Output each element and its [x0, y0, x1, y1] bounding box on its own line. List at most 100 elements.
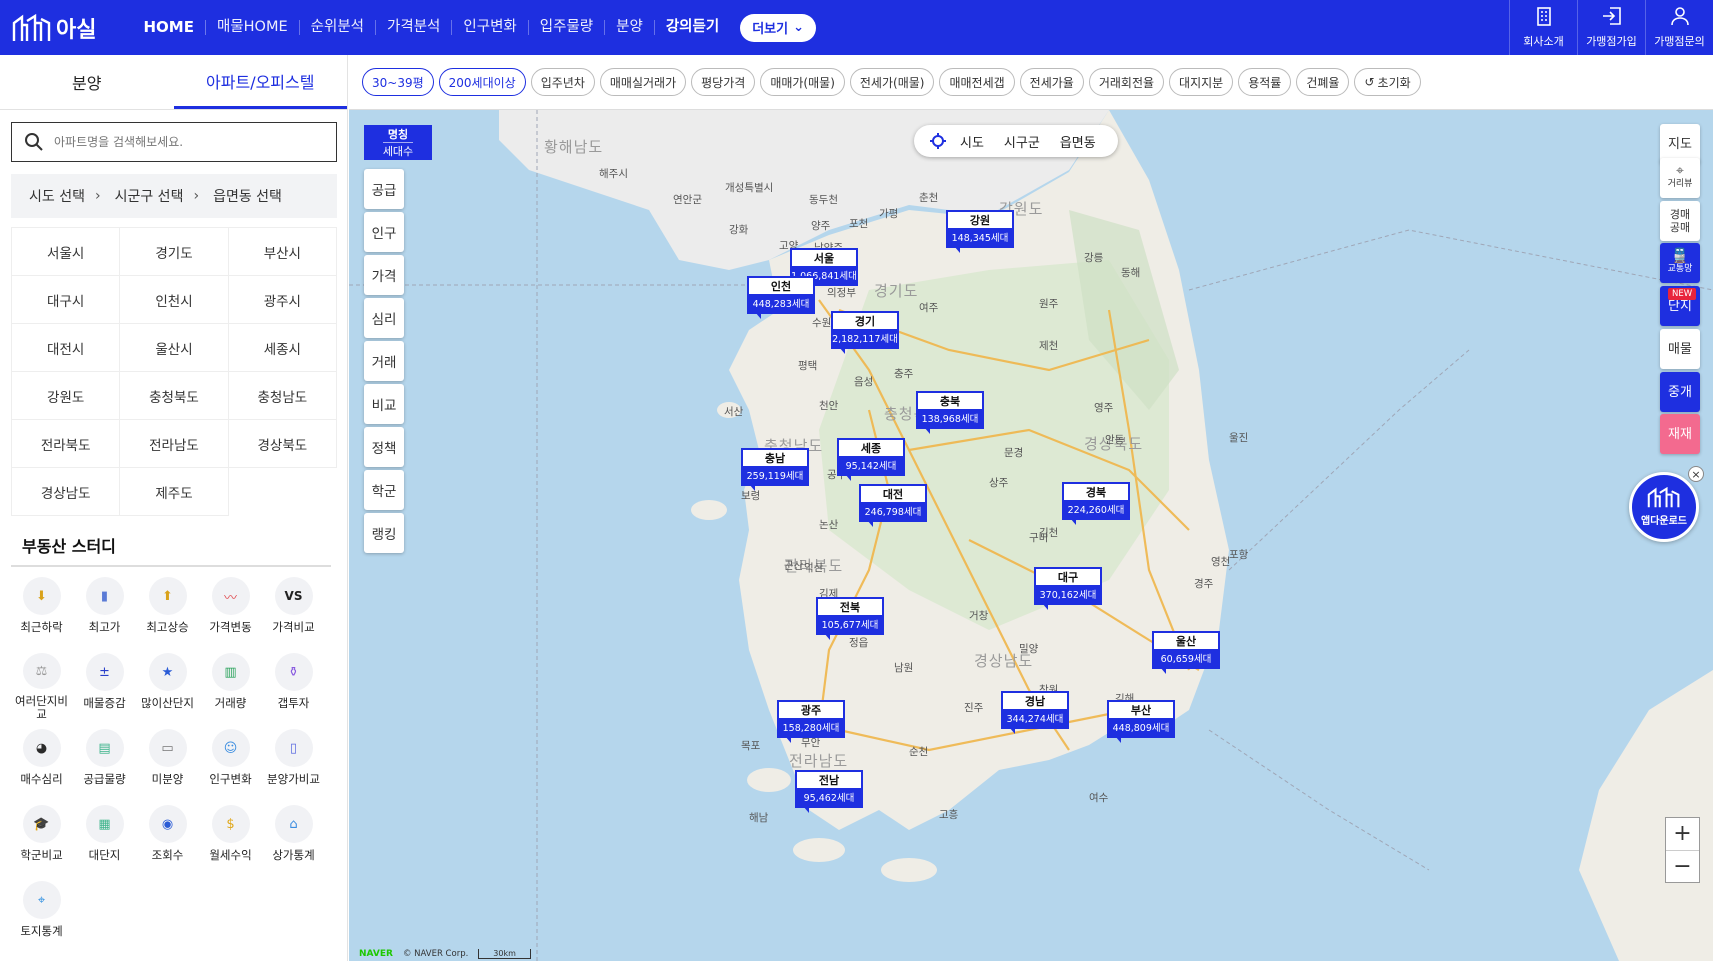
- map-right-button-3[interactable]: 🚆 교통망: [1660, 243, 1700, 283]
- top-link-1[interactable]: 가맹점가입: [1577, 0, 1645, 55]
- region-item[interactable]: 강원도: [12, 372, 121, 420]
- map-side-button[interactable]: 랭킹: [364, 513, 404, 553]
- map-right-button-5[interactable]: 매물: [1660, 329, 1700, 369]
- study-item[interactable]: ⚖ 여러단지비교: [10, 653, 73, 721]
- filter-chip[interactable]: 입주년차: [530, 68, 595, 96]
- region-marker[interactable]: 경기 2,182,117세대: [831, 311, 899, 354]
- filter-chip[interactable]: 평당가격: [691, 68, 756, 96]
- app-logo[interactable]: 아실: [12, 12, 96, 44]
- region-item[interactable]: 세종시: [228, 324, 337, 372]
- filter-chip[interactable]: 매매실거래가: [599, 68, 687, 96]
- study-item[interactable]: ⬆ 최고상승: [136, 577, 199, 645]
- search-icon[interactable]: [24, 132, 44, 152]
- region-item[interactable]: 경기도: [120, 228, 229, 276]
- map-side-button[interactable]: 인구: [364, 212, 404, 252]
- tab-apartment[interactable]: 아파트/오피스텔: [173, 55, 347, 109]
- region-item[interactable]: 전라북도: [12, 420, 121, 468]
- map-right-button-6[interactable]: 중개: [1660, 372, 1700, 412]
- map-area[interactable]: 황해남도 경기도 강원도 충청남도 충청북도 경상북도 전라북도 경상남도 전라남도 해주시 개성…: [349, 110, 1713, 961]
- study-item[interactable]: ▯ 분양가비교: [262, 729, 325, 797]
- filter-chip[interactable]: 매매전세갭: [939, 68, 1015, 96]
- nav-item[interactable]: 강의듣기: [655, 20, 730, 35]
- study-item[interactable]: 〰 가격변동: [199, 577, 262, 645]
- region-item[interactable]: 서울시: [12, 228, 121, 276]
- region-marker[interactable]: 전북 105,677세대: [816, 597, 884, 640]
- nav-item[interactable]: 입주물량: [529, 20, 606, 35]
- map-side-button[interactable]: 가격: [364, 255, 404, 295]
- region-item[interactable]: 울산시: [120, 324, 229, 372]
- level-sigungu[interactable]: 시구군: [998, 132, 1046, 151]
- map-right-button-2[interactable]: 경매 공매: [1660, 201, 1700, 241]
- region-marker[interactable]: 강원 148,345세대: [946, 210, 1014, 253]
- map-side-button[interactable]: 심리: [364, 298, 404, 338]
- nav-item[interactable]: HOME: [132, 20, 206, 35]
- region-step-sigungu[interactable]: 시군구 선택: [115, 186, 184, 206]
- study-item[interactable]: ± 매물증감: [73, 653, 136, 721]
- region-step-eupmyeondong[interactable]: 읍면동 선택: [213, 186, 282, 206]
- app-download-button[interactable]: 앱다운로드: [1629, 472, 1699, 542]
- map-side-button[interactable]: 거래: [364, 341, 404, 381]
- region-item[interactable]: 충청남도: [228, 372, 337, 420]
- region-item[interactable]: 충청북도: [120, 372, 229, 420]
- filter-chip[interactable]: 대지지분: [1169, 68, 1234, 96]
- level-eupmyeondong[interactable]: 읍면동: [1054, 132, 1102, 151]
- region-marker[interactable]: 경북 224,260세대: [1062, 482, 1130, 525]
- region-marker[interactable]: 충북 138,968세대: [916, 391, 984, 434]
- top-link-2[interactable]: 가맹점문의: [1645, 0, 1713, 55]
- region-marker[interactable]: 부산 448,809세대: [1107, 700, 1175, 743]
- close-icon[interactable]: ×: [1688, 466, 1704, 482]
- region-marker[interactable]: 충남 259,119세대: [741, 448, 809, 491]
- top-link-0[interactable]: 회사소개: [1509, 0, 1577, 55]
- region-item[interactable]: 대전시: [12, 324, 121, 372]
- region-item[interactable]: 경상남도: [12, 468, 121, 516]
- region-marker[interactable]: 경남 344,274세대: [1001, 691, 1069, 734]
- region-item[interactable]: 인천시: [120, 276, 229, 324]
- study-item[interactable]: ◕ 매수심리: [10, 729, 73, 797]
- region-item[interactable]: 대구시: [12, 276, 121, 324]
- study-item[interactable]: $ 월세수익: [199, 805, 262, 873]
- map-side-button[interactable]: 정책: [364, 427, 404, 467]
- study-item[interactable]: ▥ 거래량: [199, 653, 262, 721]
- region-item[interactable]: 광주시: [228, 276, 337, 324]
- study-item[interactable]: ◉ 조회수: [136, 805, 199, 873]
- map-side-button[interactable]: 비교: [364, 384, 404, 424]
- region-step-sido[interactable]: 시도 선택: [29, 186, 85, 206]
- nav-item[interactable]: 순위분석: [300, 20, 377, 35]
- region-item[interactable]: 전라남도: [120, 420, 229, 468]
- region-item[interactable]: 경상북도: [228, 420, 337, 468]
- region-marker[interactable]: 대전 246,798세대: [859, 484, 927, 527]
- nav-item[interactable]: 인구변화: [452, 20, 529, 35]
- nav-item[interactable]: 가격분석: [376, 20, 453, 35]
- study-item[interactable]: ▦ 대단지: [73, 805, 136, 873]
- more-button[interactable]: 더보기 ⌄: [740, 13, 816, 42]
- region-item[interactable]: 제주도: [120, 468, 229, 516]
- study-item[interactable]: ⚱ 갭투자: [262, 653, 325, 721]
- study-item[interactable]: ▤ 공급물량: [73, 729, 136, 797]
- study-item[interactable]: ★ 많이산단지: [136, 653, 199, 721]
- map-side-button[interactable]: 학군: [364, 470, 404, 510]
- map-side-button[interactable]: 공급: [364, 169, 404, 209]
- level-sido[interactable]: 시도: [954, 132, 990, 151]
- zoom-in-button[interactable]: +: [1666, 818, 1699, 851]
- study-item[interactable]: ⌖ 토지통계: [10, 881, 73, 949]
- filter-chip[interactable]: 매매가(매물): [760, 68, 845, 96]
- filter-chip[interactable]: 거래회전율: [1088, 68, 1165, 96]
- study-item[interactable]: ▭ 미분양: [136, 729, 199, 797]
- region-item[interactable]: 부산시: [228, 228, 337, 276]
- region-marker[interactable]: 세종 95,142세대: [837, 438, 905, 481]
- study-item[interactable]: ▮ 최고가: [73, 577, 136, 645]
- filter-chip[interactable]: 전세가율: [1019, 68, 1084, 96]
- study-item[interactable]: VS 가격비교: [262, 577, 325, 645]
- region-marker[interactable]: 대구 370,162세대: [1034, 567, 1102, 610]
- filter-chip[interactable]: 전세가(매물): [849, 68, 935, 96]
- map-right-button-7[interactable]: 재재: [1660, 414, 1700, 454]
- filter-chip[interactable]: 30~39평: [362, 68, 434, 96]
- map-right-button-1[interactable]: ⌖ 거리뷰: [1660, 158, 1700, 198]
- study-item[interactable]: 🎓 학군비교: [10, 805, 73, 873]
- region-marker[interactable]: 인천 448,283세대: [747, 276, 815, 319]
- crosshair-icon[interactable]: [930, 133, 946, 149]
- study-item[interactable]: ⬇ 최근하락: [10, 577, 73, 645]
- region-marker[interactable]: 울산 60,659세대: [1152, 631, 1220, 674]
- study-item[interactable]: ⌂ 상가통계: [262, 805, 325, 873]
- study-item[interactable]: ☺ 인구변화: [199, 729, 262, 797]
